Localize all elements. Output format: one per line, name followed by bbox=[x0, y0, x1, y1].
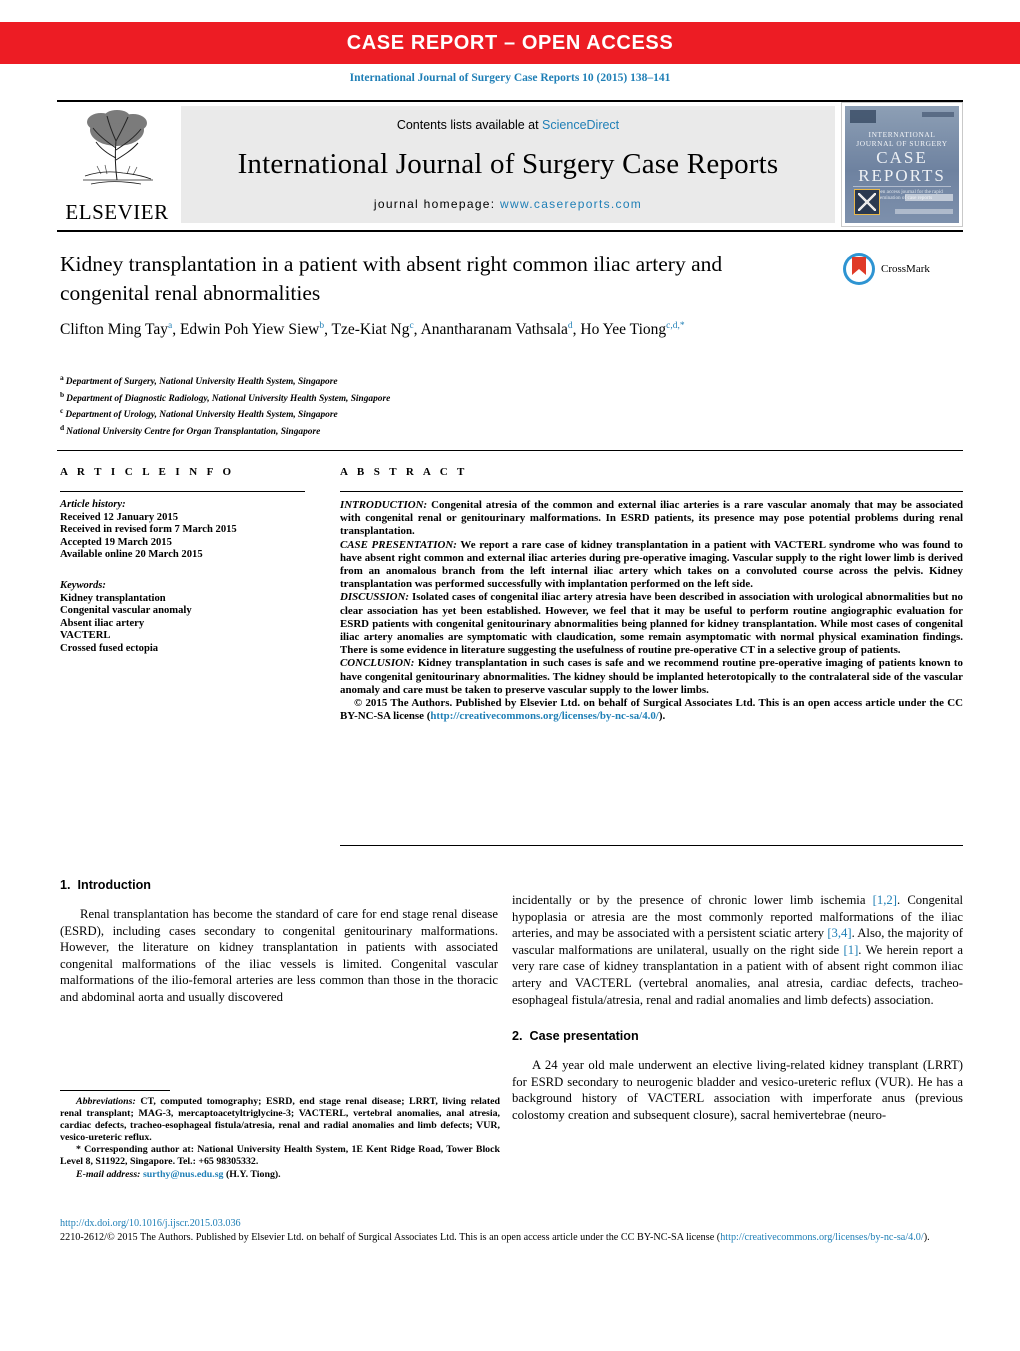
keyword-item: VACTERL bbox=[60, 630, 111, 642]
banner-label: CASE REPORT – OPEN ACCESS bbox=[346, 31, 674, 54]
body-column-left: 1. Introduction Renal transplantation has… bbox=[60, 878, 498, 1006]
sciencedirect-link[interactable]: ScienceDirect bbox=[542, 118, 619, 132]
footnote-divider bbox=[60, 1090, 170, 1091]
corresponding-author-footnote: * Corresponding author at: National Univ… bbox=[60, 1144, 500, 1168]
affiliation-item: d National University Centre for Organ Tr… bbox=[60, 423, 321, 438]
journal-cover-thumbnail[interactable]: INTERNATIONAL JOURNAL OF SURGERY CASE RE… bbox=[841, 102, 963, 227]
author-list: Clifton Ming Taya, Edwin Poh Yiew Siewb,… bbox=[60, 316, 850, 340]
crossmark-badge[interactable]: CrossMark bbox=[842, 252, 930, 286]
cover-web-mark bbox=[895, 209, 953, 214]
elsevier-logo: ELSEVIER bbox=[57, 102, 177, 227]
cc-license-link[interactable]: http://creativecommons.org/licenses/by-n… bbox=[430, 710, 658, 722]
affiliation-item: b Department of Diagnostic Radiology, Nat… bbox=[60, 389, 391, 404]
elsevier-tree-icon bbox=[83, 110, 153, 185]
cover-issn-mark bbox=[922, 112, 954, 117]
affiliation-item: a Department of Surgery, National Univers… bbox=[60, 373, 338, 388]
abstract-paragraph: CASE PRESENTATION: We report a rare case… bbox=[340, 538, 963, 591]
history-item: Received 12 January 2015 bbox=[60, 511, 178, 523]
introduction-paragraph: Renal transplantation has become the sta… bbox=[60, 907, 498, 1004]
journal-homepage-line: journal homepage: www.casereports.com bbox=[373, 197, 643, 211]
history-item: Available online 20 March 2015 bbox=[60, 549, 203, 561]
crossmark-label: CrossMark bbox=[881, 263, 930, 275]
email-link[interactable]: surthy@nus.edu.sg bbox=[143, 1169, 224, 1180]
history-item: Received in revised form 7 March 2015 bbox=[60, 524, 237, 536]
abstract-heading: A B S T R A C T bbox=[340, 466, 468, 478]
article-info-rule bbox=[60, 491, 305, 492]
abstract-paragraph: DISCUSSION: Isolated cases of congenital… bbox=[340, 591, 963, 657]
section-heading-introduction: 1. Introduction bbox=[60, 878, 151, 892]
journal-citation-line: International Journal of Surgery Case Re… bbox=[349, 72, 671, 84]
keyword-list: Keywords: Kidney transplantation Congeni… bbox=[60, 580, 305, 656]
doi-link[interactable]: http://dx.doi.org/10.1016/j.ijscr.2015.0… bbox=[60, 1218, 963, 1229]
issn-copyright: 2210-2612/© 2015 The Authors. Published … bbox=[60, 1232, 930, 1243]
cover-elsevier-mark bbox=[850, 110, 876, 123]
doi-block: http://dx.doi.org/10.1016/j.ijscr.2015.0… bbox=[60, 1218, 963, 1244]
case-presentation-paragraph: A 24 year old male underwent an elective… bbox=[512, 1058, 963, 1122]
keyword-item: Kidney transplantation bbox=[60, 592, 166, 604]
open-access-banner: CASE REPORT – OPEN ACCESS bbox=[0, 22, 1020, 64]
abbreviations-footnote: Abbreviations: CT, computed tomography; … bbox=[60, 1096, 500, 1144]
elsevier-wordmark: ELSEVIER bbox=[65, 200, 169, 224]
abstract-copyright: © 2015 The Authors. Published by Elsevie… bbox=[340, 697, 963, 723]
keyword-item: Congenital vascular anomaly bbox=[60, 605, 192, 617]
citation-ref[interactable]: [3,4] bbox=[827, 926, 851, 940]
cover-line-1: INTERNATIONAL bbox=[868, 130, 936, 139]
keywords-label: Keywords: bbox=[60, 579, 106, 591]
affiliation-item: c Department of Urology, National Univers… bbox=[60, 406, 338, 421]
article-info-column: A R T I C L E I N F O Article history: R… bbox=[60, 466, 305, 656]
journal-title: International Journal of Surgery Case Re… bbox=[237, 148, 779, 180]
title-divider bbox=[57, 230, 963, 232]
keyword-item: Absent iliac artery bbox=[60, 617, 145, 629]
abstract-bottom-divider bbox=[340, 845, 963, 846]
journal-masthead: ELSEVIER Contents lists available at Sci… bbox=[57, 100, 963, 227]
info-section-divider bbox=[57, 450, 963, 451]
affiliation-list: a Department of Surgery, National Univers… bbox=[60, 372, 680, 439]
abstract-paragraph: INTRODUCTION: Congenital atresia of the … bbox=[340, 499, 963, 538]
page-title: Kidney transplantation in a patient with… bbox=[60, 252, 723, 305]
keyword-item: Crossed fused ectopia bbox=[60, 642, 159, 654]
authors-html: Clifton Ming Taya, Edwin Poh Yiew Siewb,… bbox=[60, 321, 685, 339]
abstract-column: A B S T R A C T INTRODUCTION: Congenital… bbox=[340, 466, 963, 723]
abstract-paragraph: CONCLUSION: Kidney transplantation in su… bbox=[340, 657, 963, 696]
contents-list-line: Contents lists available at ScienceDirec… bbox=[396, 118, 620, 132]
journal-homepage-link[interactable]: www.casereports.com bbox=[500, 197, 642, 211]
section-heading-case-presentation: 2. Case presentation bbox=[512, 1029, 639, 1044]
cover-brand-mark bbox=[905, 194, 953, 201]
cover-crest-icon bbox=[854, 189, 880, 215]
introduction-paragraph-continued: incidentally or by the presence of chron… bbox=[512, 893, 963, 1007]
article-info-heading: A R T I C L E I N F O bbox=[60, 466, 235, 478]
cover-line-2: JOURNAL OF SURGERY bbox=[856, 139, 948, 148]
citation-ref[interactable]: [1] bbox=[844, 943, 859, 957]
article-history-label: Article history: bbox=[60, 499, 126, 510]
email-footnote: E-mail address: surthy@nus.edu.sg (H.Y. … bbox=[76, 1168, 281, 1180]
cover-word-case: CASE bbox=[876, 148, 928, 167]
citation-ref[interactable]: [1,2] bbox=[873, 893, 897, 907]
history-item: Accepted 19 March 2015 bbox=[60, 536, 172, 548]
body-column-right: incidentally or by the presence of chron… bbox=[512, 878, 963, 1124]
masthead-center: Contents lists available at ScienceDirec… bbox=[181, 106, 835, 223]
abstract-rule bbox=[340, 491, 963, 492]
article-history: Article history: Received 12 January 201… bbox=[60, 499, 305, 562]
footnote-block: Abbreviations: CT, computed tomography; … bbox=[60, 1096, 500, 1181]
crossmark-icon bbox=[843, 253, 875, 285]
cover-word-reports: REPORTS bbox=[858, 166, 946, 185]
license-link[interactable]: http://creativecommons.org/licenses/by-n… bbox=[720, 1232, 924, 1243]
abstract-body: INTRODUCTION: Congenital atresia of the … bbox=[340, 499, 963, 723]
